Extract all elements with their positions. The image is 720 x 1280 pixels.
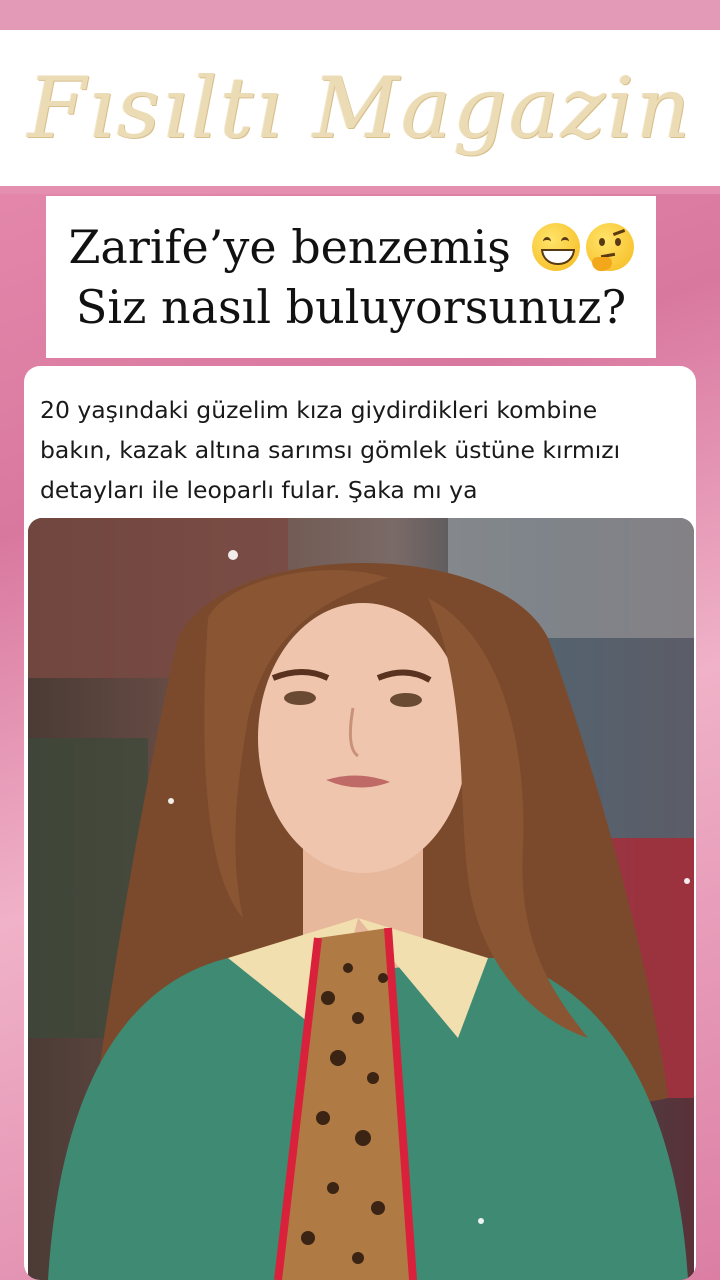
- sparkle-particle: [478, 1218, 484, 1224]
- masthead-banner: Fısıltı Magazin: [0, 30, 720, 186]
- post-caption-line-2: bakın, kazak altına sarımsı gömlek üstün…: [40, 436, 621, 464]
- thinking-face-icon: [585, 223, 634, 271]
- sparkle-particle: [228, 550, 238, 560]
- headline-text-1: Zarife’ye benzemiş: [68, 220, 511, 274]
- face: [258, 603, 468, 873]
- sparkle-particle: [168, 798, 174, 804]
- post-caption-line-3: detayları ile leoparlı fular. Şaka mı ya: [40, 476, 478, 504]
- sparkle-particle: [684, 878, 690, 884]
- headline-box: Zarife’ye benzemiş Siz nasıl buluyorsunu…: [46, 196, 656, 358]
- left-eye: [284, 691, 316, 705]
- pink-divider: [0, 186, 720, 194]
- post-card: 20 yaşındaki güzelim kıza giydirdikleri …: [24, 366, 696, 1280]
- grinning-face-icon: [531, 223, 580, 271]
- post-caption: 20 yaşındaki güzelim kıza giydirdikleri …: [40, 390, 680, 510]
- headline-line-2: Siz nasıl buluyorsunuz?: [75, 280, 627, 334]
- top-pink-strip: [0, 0, 720, 30]
- headline-line-1: Zarife’ye benzemiş: [68, 217, 634, 277]
- right-eye: [390, 693, 422, 707]
- masthead-logo-title: Fısıltı Magazin: [27, 59, 693, 157]
- post-caption-line-1: 20 yaşındaki güzelim kıza giydirdikleri …: [40, 396, 598, 424]
- post-photo: [28, 518, 694, 1280]
- woman-portrait-illustration: [28, 518, 694, 1280]
